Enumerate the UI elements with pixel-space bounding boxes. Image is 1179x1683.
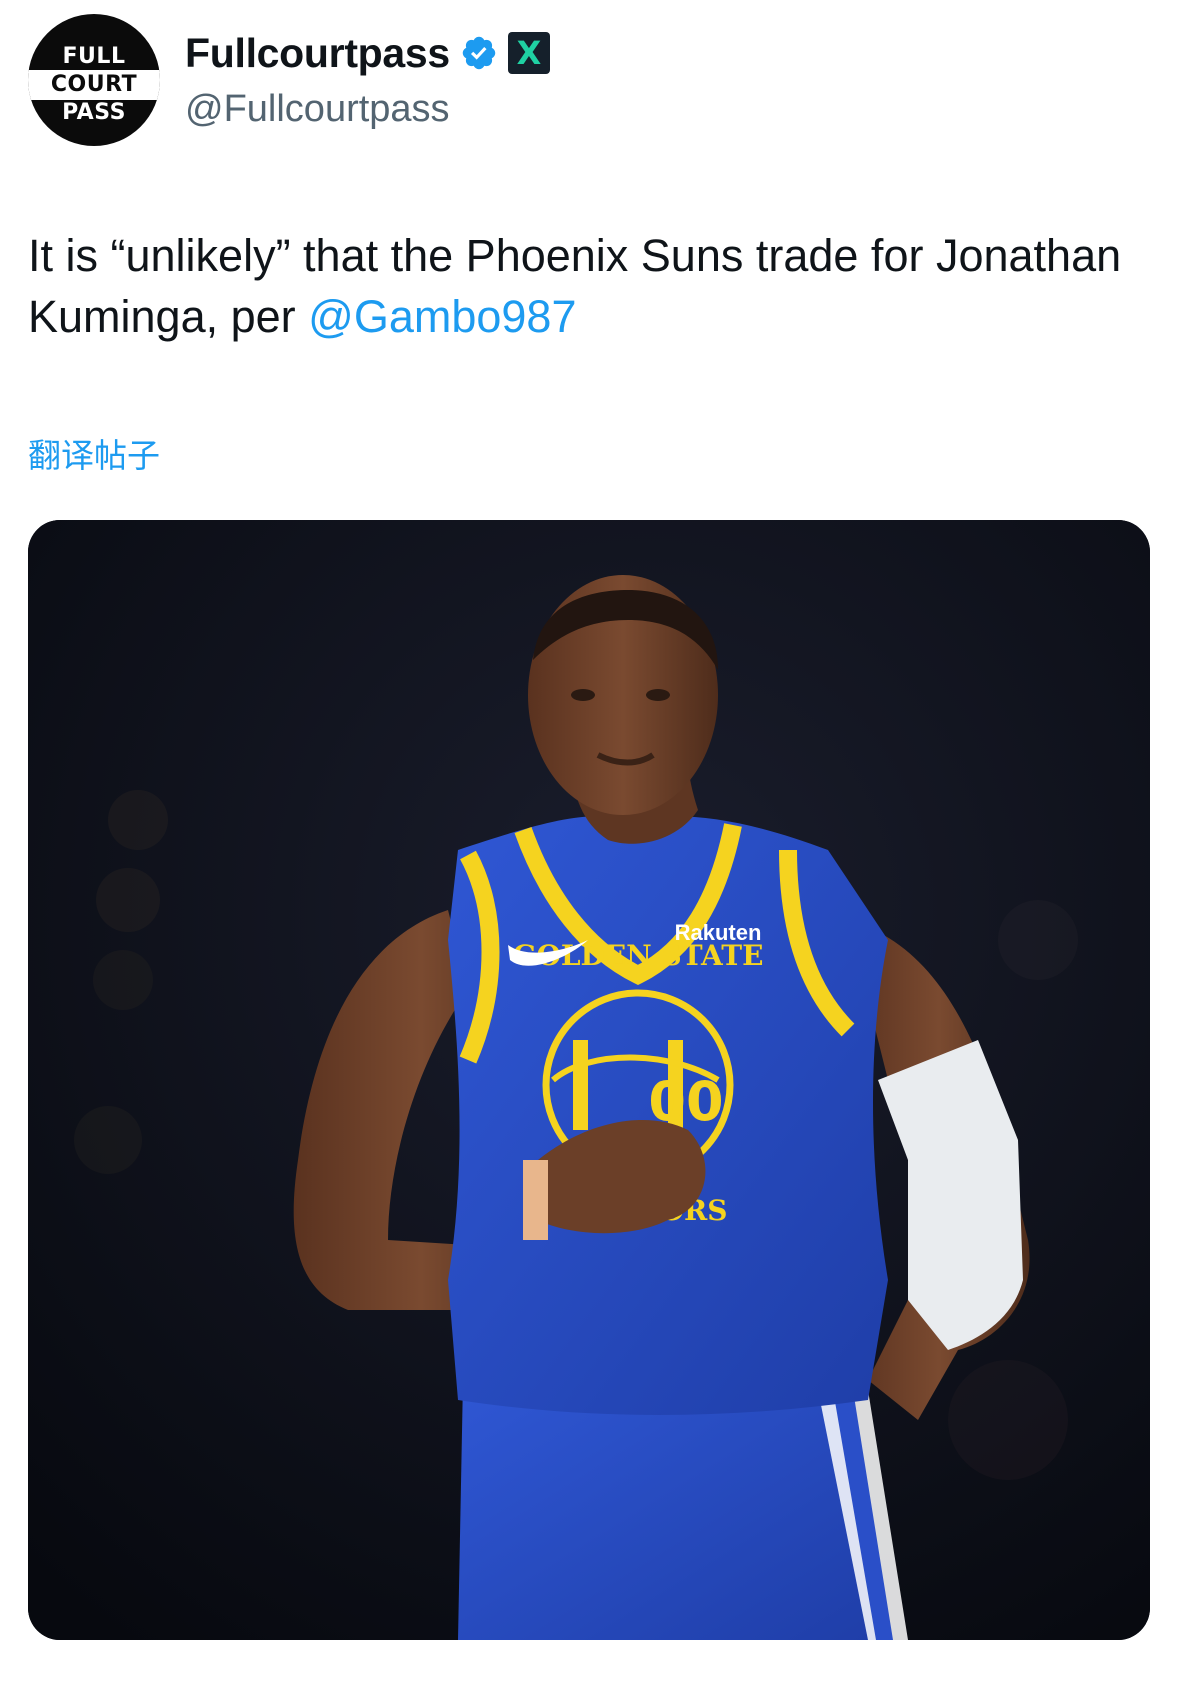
tweet-header: FULL COURT PASS Fullcourtpass X @Fullcou… <box>28 14 1148 146</box>
wristband <box>523 1160 548 1240</box>
tweet-text: It is “unlikely” that the Phoenix Suns t… <box>28 225 1138 347</box>
translate-post-link[interactable]: 翻译帖子 <box>28 436 160 476</box>
avatar-text-line-3: PASS <box>62 100 126 125</box>
avatar[interactable]: FULL COURT PASS <box>28 14 160 146</box>
tweet-media-photo[interactable]: 00 GOLDEN STATE WARRIORS Rakuten <box>28 520 1150 1640</box>
verified-badge-icon <box>462 36 496 70</box>
avatar-text-line-2: COURT <box>50 72 138 97</box>
display-name[interactable]: Fullcourtpass <box>185 28 450 78</box>
name-row: Fullcourtpass X <box>185 28 550 78</box>
mention-link[interactable]: @Gambo987 <box>308 291 576 342</box>
x-logo-icon[interactable]: X <box>507 32 550 74</box>
user-handle[interactable]: @Fullcourtpass <box>185 86 450 132</box>
player-photo: 00 GOLDEN STATE WARRIORS Rakuten <box>28 520 1150 1640</box>
avatar-text-line-1: FULL <box>62 44 126 69</box>
jersey-sponsor: Rakuten <box>675 920 762 945</box>
player-shorts <box>458 1380 878 1640</box>
